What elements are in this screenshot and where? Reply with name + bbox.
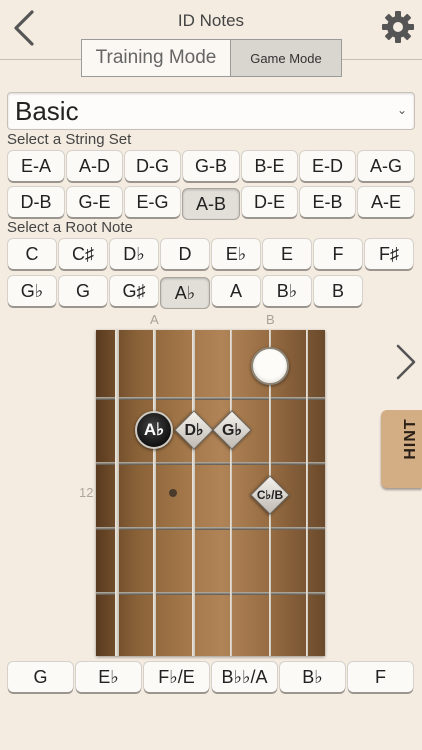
guitar-string	[192, 330, 195, 656]
note-diamond-label: D♭	[184, 422, 204, 439]
string-set-button[interactable]: E-B	[300, 187, 355, 217]
root-note-button[interactable]: B♭	[263, 276, 311, 306]
fret-wire	[96, 397, 325, 400]
root-note-button[interactable]: B	[314, 276, 362, 306]
string-set-button[interactable]: A-E	[358, 187, 414, 217]
root-note-button[interactable]: C♯	[59, 239, 107, 269]
root-note-button[interactable]: E	[263, 239, 311, 269]
answer-button[interactable]: B♭	[280, 662, 345, 692]
string-set-button[interactable]: D-E	[242, 187, 297, 217]
string-set-button[interactable]: A-D	[67, 151, 122, 181]
chevron-right-icon[interactable]	[395, 344, 417, 380]
root-note-label: Select a Root Note	[7, 219, 133, 236]
string-set-label: Select a String Set	[7, 131, 132, 148]
fret-inlay-dot	[169, 489, 177, 497]
root-note-button[interactable]: G♭	[8, 276, 56, 306]
string-set-button-selected[interactable]: A-B	[183, 189, 239, 219]
root-note-button[interactable]: E♭	[212, 239, 260, 269]
guitar-string	[306, 330, 308, 656]
answer-button[interactable]: G	[8, 662, 73, 692]
fretboard[interactable]	[96, 330, 325, 656]
root-note-button[interactable]: G♯	[110, 276, 158, 306]
root-note-button[interactable]: D	[161, 239, 209, 269]
string-set-button[interactable]: A-G	[358, 151, 414, 181]
guitar-string	[153, 330, 156, 656]
fret-wire	[96, 462, 325, 465]
hint-label: HINT	[401, 418, 419, 460]
string-label-a: A	[150, 312, 159, 327]
string-label-b: B	[266, 312, 275, 327]
string-set-button[interactable]: D-G	[125, 151, 180, 181]
training-mode-tab[interactable]: Training Mode	[82, 40, 231, 76]
gear-icon[interactable]	[380, 9, 416, 45]
root-note-button[interactable]: A	[212, 276, 260, 306]
fret-wire	[96, 527, 325, 530]
level-value: Basic	[15, 96, 79, 126]
root-note-button[interactable]: C	[8, 239, 56, 269]
answer-button[interactable]: E♭	[76, 662, 141, 692]
answer-button[interactable]: F♭/E	[144, 662, 209, 692]
chevron-down-icon: ⌄	[396, 103, 407, 117]
note-diamond-label: C♭/B	[256, 488, 284, 502]
root-note-button[interactable]: F	[314, 239, 362, 269]
string-set-button[interactable]: D-B	[8, 187, 64, 217]
answer-button[interactable]: F	[348, 662, 413, 692]
game-mode-tab[interactable]: Game Mode	[231, 40, 341, 76]
page-title: ID Notes	[177, 11, 245, 30]
answer-button[interactable]: B♭♭/A	[212, 662, 277, 692]
hint-tab[interactable]: HINT	[381, 410, 422, 488]
open-note-marker[interactable]	[251, 347, 289, 385]
guitar-string	[115, 330, 119, 656]
string-set-button[interactable]: B-E	[242, 151, 297, 181]
guitar-string	[230, 330, 232, 656]
string-set-button[interactable]: E-D	[300, 151, 355, 181]
string-set-button[interactable]: E-A	[8, 151, 64, 181]
root-note-button[interactable]: G	[59, 276, 107, 306]
note-diamond-label: G♭	[222, 422, 242, 439]
fret-wire	[96, 592, 325, 595]
root-note-button-selected[interactable]: A♭	[161, 278, 209, 308]
root-note-button[interactable]: F♯	[365, 239, 413, 269]
mode-segmented-control: Training Mode Game Mode	[81, 39, 342, 77]
level-dropdown[interactable]: Basic ⌄	[7, 92, 415, 130]
root-note-marker[interactable]: A♭	[135, 411, 173, 449]
string-set-button[interactable]: G-E	[67, 187, 122, 217]
string-set-button[interactable]: G-B	[183, 151, 239, 181]
fret-number-label: 12	[79, 485, 94, 500]
string-set-button[interactable]: E-G	[125, 187, 180, 217]
root-note-button[interactable]: D♭	[110, 239, 158, 269]
header-bar: ID Notes Training Mode Game Mode	[0, 0, 422, 77]
